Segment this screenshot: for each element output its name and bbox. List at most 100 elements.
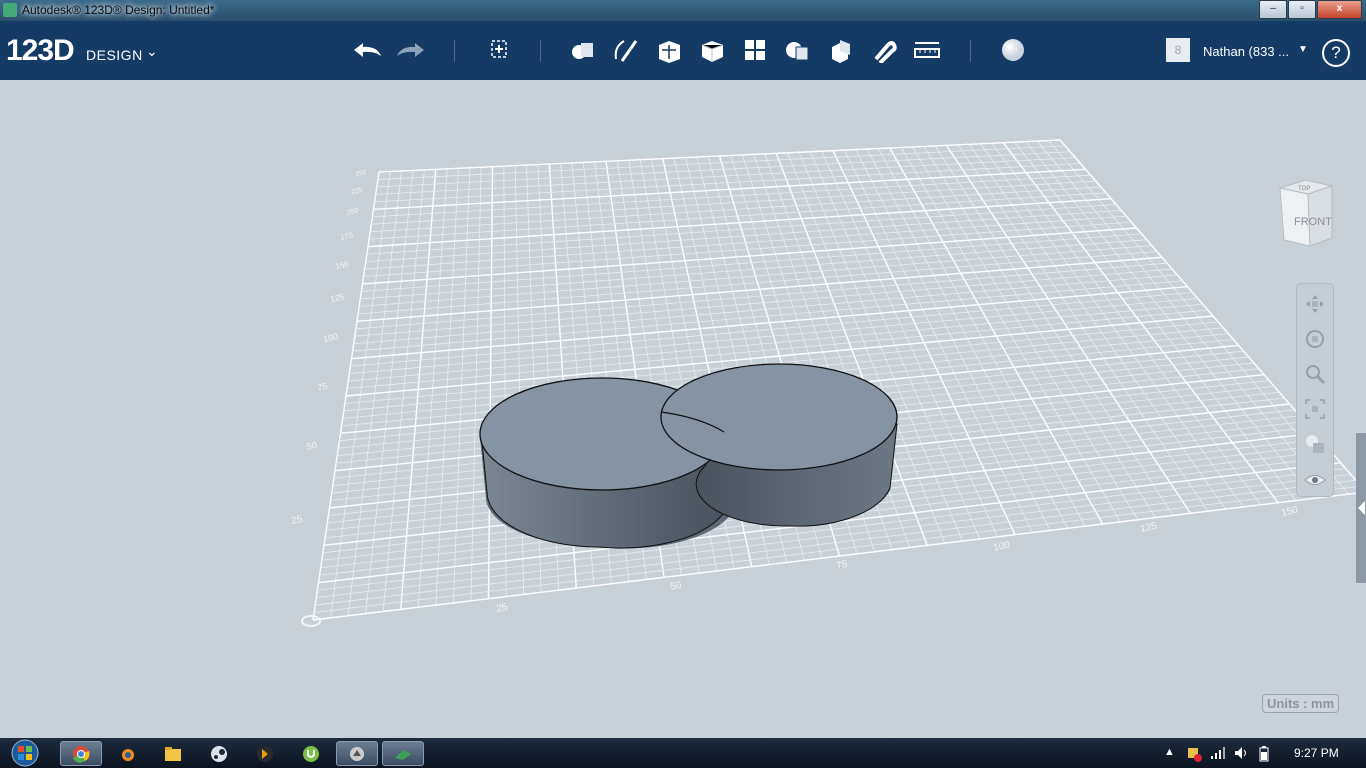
taskbar-chrome[interactable] — [60, 741, 102, 766]
toolbar-separator — [540, 40, 541, 62]
close-button[interactable]: x — [1317, 0, 1362, 19]
signal-icon — [1211, 747, 1225, 759]
123d-icon — [395, 749, 411, 760]
window-controls: – ▫ x — [1258, 0, 1362, 19]
grid-y-label: 125 — [329, 291, 345, 304]
grid-line — [377, 145, 1066, 180]
user-avatar[interactable]: 8 — [1166, 38, 1190, 62]
taskbar-utorrent[interactable] — [290, 741, 332, 766]
taskbar-explorer[interactable] — [152, 741, 194, 766]
app-logo-sub[interactable]: DESIGN — [86, 47, 143, 63]
pattern-icon — [745, 40, 765, 60]
transform-tool-button[interactable] — [482, 35, 516, 65]
app-icon — [3, 3, 17, 17]
tray-battery-icon[interactable] — [1258, 746, 1270, 765]
window-titlebar: Autodesk® 123D® Design: Untitled* – ▫ x — [0, 0, 1366, 21]
cylinder-right-top-face[interactable] — [660, 363, 898, 471]
viewcube[interactable]: TOP FRONT — [1276, 179, 1338, 253]
taskbar-123d[interactable] — [382, 741, 424, 766]
orbit-button[interactable] — [1303, 327, 1327, 351]
visibility-button[interactable] — [1303, 468, 1327, 492]
orbit-icon — [1306, 330, 1324, 348]
grid-line — [353, 274, 1178, 345]
taskbar-app[interactable] — [336, 741, 378, 766]
battery-icon — [1259, 746, 1269, 762]
construct-tool-button[interactable] — [652, 35, 686, 65]
maximize-button[interactable]: ▫ — [1288, 0, 1316, 19]
grid-y-label: 50 — [305, 440, 318, 453]
material-sphere-icon — [1002, 39, 1024, 61]
combine-tool-button[interactable] — [824, 35, 858, 65]
view-mode-button[interactable] — [1303, 432, 1327, 456]
pan-button[interactable] — [1303, 292, 1327, 316]
fit-view-button[interactable] — [1303, 397, 1327, 421]
viewcube-top-label: TOP — [1298, 186, 1310, 192]
app-logo[interactable]: 123D — [6, 34, 75, 68]
utorrent-icon — [303, 745, 319, 762]
taskbar-plex[interactable] — [244, 741, 286, 766]
help-button[interactable]: ? — [1322, 39, 1350, 67]
viewcube-front-label: FRONT — [1294, 216, 1332, 228]
grid-y-label: 225 — [351, 187, 364, 196]
scene-canvas[interactable]: 25 50 75 100 125 150 25 50 75 100 125 150 175 200 225 2… — [0, 80, 1366, 738]
app-icon — [350, 746, 364, 761]
window-title: Autodesk® 123D® Design: Untitled* — [22, 3, 215, 17]
chrome-icon — [73, 745, 90, 763]
fit-view-icon — [1305, 399, 1325, 419]
app-menu-chevron-icon[interactable]: ⌄ — [146, 43, 158, 60]
grid-y-label: 100 — [322, 331, 339, 344]
shaded-view-icon — [1306, 435, 1324, 453]
folder-icon — [165, 746, 181, 761]
grid-line — [378, 139, 1061, 173]
origin-marker-icon — [301, 615, 321, 627]
tray-expand-icon[interactable]: ▲ — [1164, 746, 1175, 758]
taskbar-clock[interactable]: 9:27 PM — [1294, 746, 1339, 760]
side-panel-arrow-icon[interactable] — [1358, 501, 1365, 515]
redo-icon — [397, 43, 424, 57]
redo-button[interactable] — [394, 35, 428, 65]
grid-y-label: 200 — [346, 206, 360, 217]
grid-line — [355, 262, 1168, 330]
grid-line — [354, 268, 1173, 337]
pan-icon — [1306, 295, 1324, 313]
start-button[interactable] — [6, 738, 44, 768]
tray-network-icon[interactable] — [1210, 746, 1226, 763]
grid-line — [366, 204, 1117, 255]
minimize-button[interactable]: – — [1259, 0, 1287, 19]
undo-button[interactable] — [350, 35, 384, 65]
modify-tool-button[interactable] — [695, 35, 729, 65]
grid-y-label: 75 — [316, 381, 328, 393]
zoom-icon — [1306, 365, 1326, 385]
pattern-tool-button[interactable] — [738, 35, 772, 65]
combine-icon — [832, 40, 850, 63]
primitives-tool-button[interactable] — [565, 35, 599, 65]
ruler-icon — [914, 42, 940, 58]
grid-x-label: 75 — [835, 559, 849, 572]
sketch-tool-button[interactable] — [608, 35, 642, 65]
user-menu-chevron-icon[interactable]: ▼ — [1298, 44, 1308, 55]
construct-icon — [659, 41, 680, 63]
zoom-button[interactable] — [1303, 362, 1327, 386]
tray-action-center-icon[interactable] — [1186, 746, 1202, 765]
user-name[interactable]: Nathan (833 ... — [1203, 44, 1289, 59]
taskbar-steam[interactable] — [198, 741, 240, 766]
3d-viewport[interactable]: 25 50 75 100 125 150 25 50 75 100 125 150 175 200 225 2… — [0, 80, 1366, 738]
grid-y-label: 250 — [355, 169, 367, 178]
measure-tool-button[interactable] — [910, 35, 944, 65]
grouping-tool-button[interactable] — [781, 35, 815, 65]
material-tool-button[interactable] — [996, 35, 1030, 65]
app-toolbar: 123D DESIGN ⌄ — [0, 21, 1366, 80]
grid-line — [352, 280, 1183, 352]
steam-icon — [211, 745, 227, 762]
plex-icon — [257, 745, 273, 762]
speaker-icon — [1235, 747, 1246, 759]
snap-tool-button[interactable] — [866, 35, 900, 65]
navigation-bar — [1296, 283, 1334, 497]
blender-icon — [122, 748, 134, 761]
units-indicator[interactable]: Units : mm — [1262, 694, 1340, 713]
grid-line — [364, 215, 1127, 270]
tray-volume-icon[interactable] — [1234, 746, 1250, 763]
taskbar-blender[interactable] — [106, 741, 148, 766]
grid-y-label: 25 — [290, 514, 304, 527]
grid-y-label: 175 — [340, 231, 354, 242]
